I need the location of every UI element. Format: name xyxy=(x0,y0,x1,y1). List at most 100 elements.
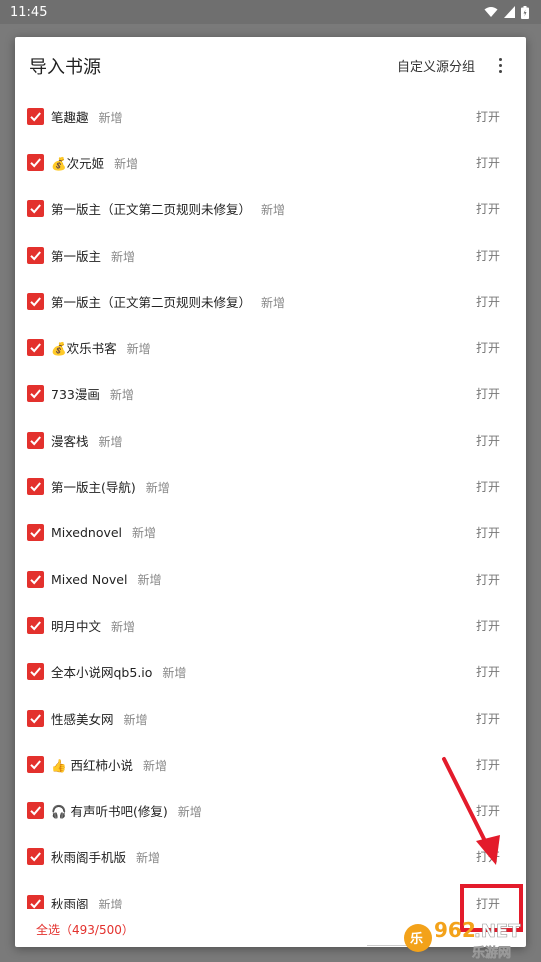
source-status-tag: 新增 xyxy=(126,342,151,357)
source-status-tag: 新增 xyxy=(132,526,157,541)
status-bar: 11:45 xyxy=(0,0,541,24)
source-name: Mixed Novel 新增 xyxy=(51,571,161,588)
select-all-button[interactable]: 全选（493/500） xyxy=(36,921,134,938)
source-row[interactable]: 第一版主(导航) 新增 打开 xyxy=(15,463,526,509)
checkbox-checked-icon[interactable] xyxy=(27,385,44,403)
source-title: 第一版主(导航) xyxy=(51,480,136,496)
checkbox-checked-icon[interactable] xyxy=(27,663,44,681)
source-row[interactable]: 第一版主（正文第二页规则未修复） 新增 打开 xyxy=(15,278,526,324)
source-title: 秋雨阁 xyxy=(51,896,89,909)
open-button[interactable]: 打开 xyxy=(476,154,500,171)
source-name: 第一版主（正文第二页规则未修复） 新增 xyxy=(51,292,285,311)
source-row[interactable]: 全本小说网qb5.io 新增 打开 xyxy=(15,649,526,695)
source-title: 💰次元姬 xyxy=(51,155,105,171)
open-button[interactable]: 打开 xyxy=(476,524,500,541)
svg-text:乐: 乐 xyxy=(410,931,423,947)
dialog-title: 导入书源 xyxy=(29,57,101,78)
checkbox-checked-icon[interactable] xyxy=(27,709,44,727)
source-name: 全本小说网qb5.io 新增 xyxy=(51,662,186,681)
checkbox-checked-icon[interactable] xyxy=(27,107,44,125)
source-name: 💰欢乐书客 新增 xyxy=(51,338,151,357)
checkbox-checked-icon[interactable] xyxy=(27,755,44,773)
source-title: 性感美女网 xyxy=(51,711,114,727)
source-name: 👍 西红柿小说 新增 xyxy=(51,755,167,774)
checkbox-checked-icon[interactable] xyxy=(27,616,44,634)
checkbox-checked-icon[interactable] xyxy=(27,802,44,820)
source-status-tag: 新增 xyxy=(109,388,134,403)
source-row[interactable]: 笔趣趣 新增 打开 xyxy=(15,93,526,139)
checkbox-checked-icon[interactable] xyxy=(27,431,44,449)
open-button[interactable]: 打开 xyxy=(476,432,500,449)
source-name: 漫客栈 新增 xyxy=(51,431,123,450)
open-button[interactable]: 打开 xyxy=(476,339,500,356)
annotation-arrow-icon xyxy=(442,757,500,865)
checkbox-checked-icon[interactable] xyxy=(27,246,44,264)
source-status-tag: 新增 xyxy=(261,203,286,218)
watermark-site-name: 乐游网 xyxy=(472,945,511,961)
source-row[interactable]: 明月中文 新增 打开 xyxy=(15,602,526,648)
source-title: 全本小说网qb5.io xyxy=(51,665,153,681)
source-status-tag: 新增 xyxy=(114,156,139,171)
signal-icon xyxy=(504,6,515,18)
source-row[interactable]: 733漫画 新增 打开 xyxy=(15,371,526,417)
status-time: 11:45 xyxy=(10,4,48,20)
checkbox-checked-icon[interactable] xyxy=(27,292,44,310)
source-row[interactable]: 第一版主 新增 打开 xyxy=(15,232,526,278)
dialog-header: 导入书源 自定义源分组 xyxy=(15,37,526,93)
checkbox-checked-icon[interactable] xyxy=(27,894,44,909)
checkbox-checked-icon[interactable] xyxy=(27,200,44,218)
open-button[interactable]: 打开 xyxy=(476,385,500,402)
checkbox-checked-icon[interactable] xyxy=(27,339,44,357)
source-title: 笔趣趣 xyxy=(51,109,89,125)
source-status-tag: 新增 xyxy=(261,295,286,310)
checkbox-checked-icon[interactable] xyxy=(27,478,44,496)
source-status-tag: 新增 xyxy=(111,249,136,264)
source-title: 733漫画 xyxy=(51,387,100,403)
source-status-tag: 新增 xyxy=(145,481,170,496)
source-status-tag: 新增 xyxy=(98,897,123,909)
source-row[interactable]: 💰次元姬 新增 打开 xyxy=(15,139,526,185)
checkbox-checked-icon[interactable] xyxy=(27,570,44,588)
source-title: 漫客栈 xyxy=(51,433,89,449)
source-status-tag: 新增 xyxy=(98,110,123,125)
source-name: 明月中文 新增 xyxy=(51,616,135,635)
source-row[interactable]: Mixed Novel 新增 打开 xyxy=(15,556,526,602)
source-name: 第一版主(导航) 新增 xyxy=(51,477,170,496)
open-button[interactable]: 打开 xyxy=(476,617,500,634)
source-status-tag: 新增 xyxy=(143,758,168,773)
open-button[interactable]: 打开 xyxy=(476,478,500,495)
source-row[interactable]: 漫客栈 新增 打开 xyxy=(15,417,526,463)
source-title: 秋雨阁手机版 xyxy=(51,850,127,866)
source-name: 秋雨阁 新增 xyxy=(51,894,123,909)
wifi-icon xyxy=(484,7,498,17)
source-status-tag: 新增 xyxy=(177,805,202,820)
source-name: Mixednovel 新增 xyxy=(51,524,156,541)
open-button[interactable]: 打开 xyxy=(476,710,500,727)
open-button[interactable]: 打开 xyxy=(476,571,500,588)
source-status-tag: 新增 xyxy=(111,619,136,634)
open-button[interactable]: 打开 xyxy=(476,663,500,680)
open-button[interactable]: 打开 xyxy=(476,108,500,125)
source-row[interactable]: 💰欢乐书客 新增 打开 xyxy=(15,324,526,370)
source-status-tag: 新增 xyxy=(137,572,162,587)
source-name: 第一版主 新增 xyxy=(51,246,135,265)
source-row[interactable]: 秋雨阁 新增 打开 xyxy=(15,880,526,909)
source-name: 第一版主（正文第二页规则未修复） 新增 xyxy=(51,199,285,218)
source-title: 💰欢乐书客 xyxy=(51,341,117,357)
open-button[interactable]: 打开 xyxy=(476,200,500,217)
source-row[interactable]: Mixednovel 新增 打开 xyxy=(15,510,526,556)
checkbox-checked-icon[interactable] xyxy=(27,524,44,542)
watermark-number: 962 xyxy=(434,918,476,942)
source-name: 🎧 有声听书吧(修复) 新增 xyxy=(51,801,202,820)
source-name: 733漫画 新增 xyxy=(51,384,134,403)
more-vert-icon[interactable] xyxy=(489,54,511,76)
checkbox-checked-icon[interactable] xyxy=(27,848,44,866)
open-button[interactable]: 打开 xyxy=(476,293,500,310)
open-button[interactable]: 打开 xyxy=(476,247,500,264)
source-status-tag: 新增 xyxy=(98,434,123,449)
source-row[interactable]: 性感美女网 新增 打开 xyxy=(15,695,526,741)
custom-group-button[interactable]: 自定义源分组 xyxy=(397,56,475,75)
checkbox-checked-icon[interactable] xyxy=(27,153,44,171)
source-row[interactable]: 第一版主（正文第二页规则未修复） 新增 打开 xyxy=(15,186,526,232)
source-title: 第一版主（正文第二页规则未修复） xyxy=(51,202,252,218)
